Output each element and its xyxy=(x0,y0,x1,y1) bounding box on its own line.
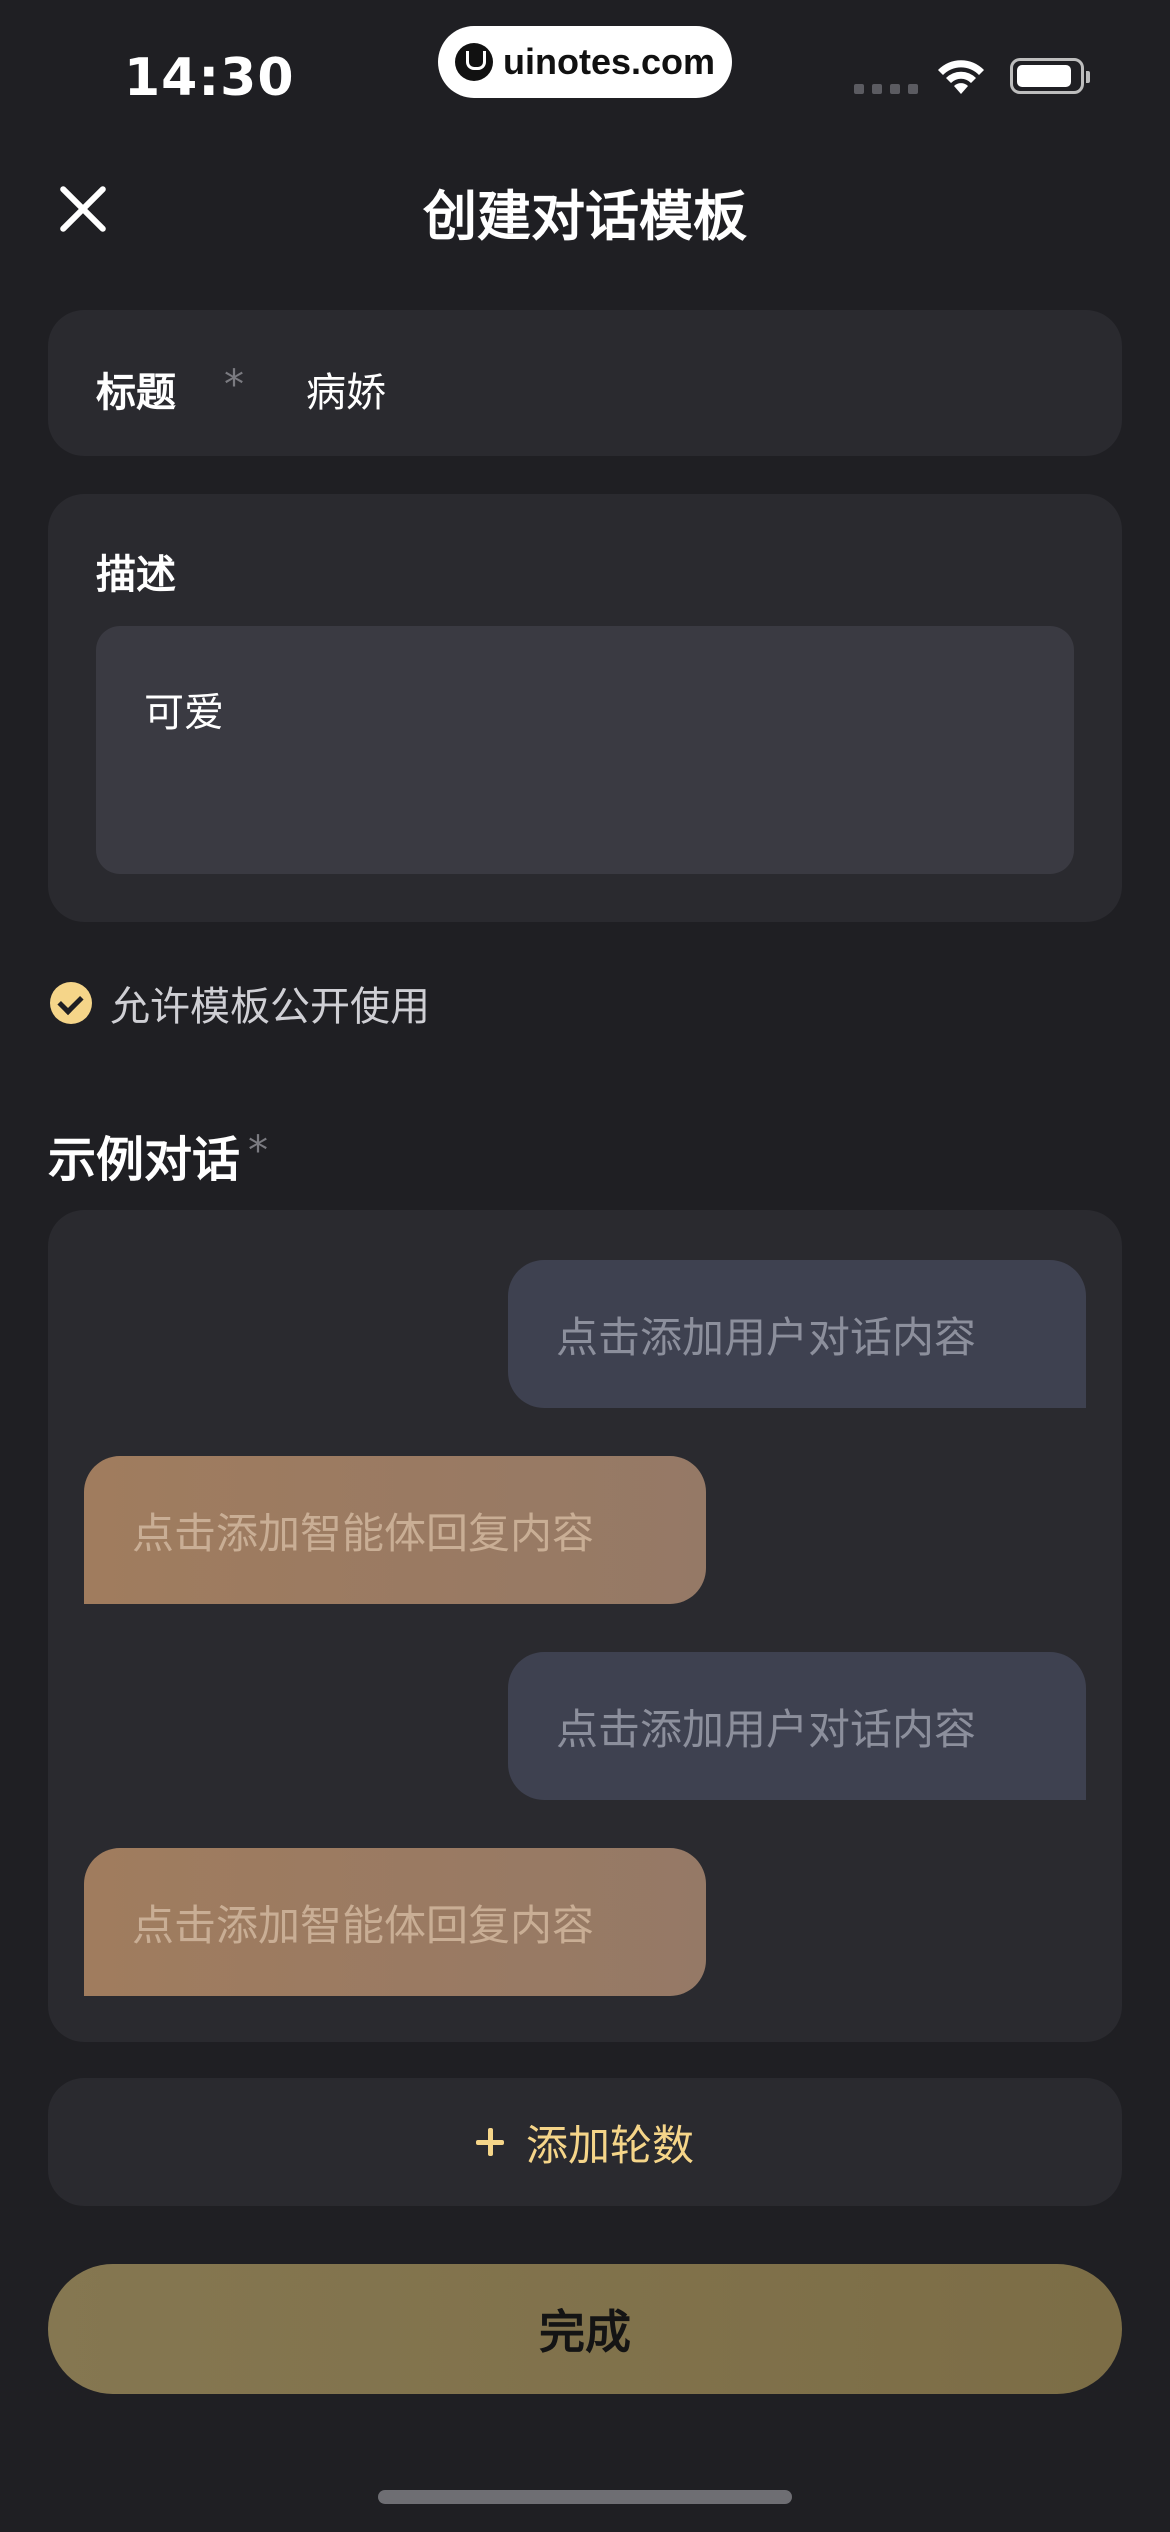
title-label: 标题 xyxy=(96,370,176,416)
plus-icon xyxy=(475,2128,504,2156)
checkmark-circle-icon[interactable] xyxy=(50,982,92,1024)
title-input[interactable]: 病娇 xyxy=(306,360,386,418)
description-field-card: 描述 可爱 xyxy=(48,494,1122,922)
page-title: 创建对话模板 xyxy=(423,185,747,248)
title-required-mark: * xyxy=(224,362,244,408)
battery-icon xyxy=(1010,58,1090,94)
public-template-label: 允许模板公开使用 xyxy=(110,984,430,1030)
watermark-logo-icon xyxy=(454,43,493,81)
example-dialog-title: 示例对话 xyxy=(48,1132,241,1188)
watermark-badge: uinotes.com xyxy=(438,26,732,98)
public-template-checkbox[interactable]: 允许模板公开使用 xyxy=(50,974,430,1032)
add-rounds-button[interactable]: 添加轮数 xyxy=(48,2078,1122,2206)
agent-reply-bubble[interactable]: 点击添加智能体回复内容 xyxy=(84,1456,706,1604)
cellular-signal-icon xyxy=(854,84,918,94)
user-message-bubble[interactable]: 点击添加用户对话内容 xyxy=(508,1260,1086,1408)
add-rounds-label: 添加轮数 xyxy=(525,2120,694,2170)
done-button[interactable]: 完成 xyxy=(48,2264,1122,2394)
title-field-card[interactable]: 标题 * 病娇 xyxy=(48,310,1122,456)
status-time: 14:30 xyxy=(124,48,295,108)
description-value: 可爱 xyxy=(144,690,224,736)
example-dialog-container: 点击添加用户对话内容 点击添加智能体回复内容 点击添加用户对话内容 点击添加智能… xyxy=(48,1210,1122,2042)
home-indicator xyxy=(378,2490,792,2504)
watermark-text: uinotes.com xyxy=(502,41,716,82)
description-label: 描述 xyxy=(96,552,176,598)
description-textarea[interactable]: 可爱 xyxy=(96,626,1074,874)
wifi-icon xyxy=(938,60,984,94)
user-message-bubble[interactable]: 点击添加用户对话内容 xyxy=(508,1652,1086,1800)
agent-reply-bubble[interactable]: 点击添加智能体回复内容 xyxy=(84,1848,706,1996)
example-dialog-required-mark: * xyxy=(248,1128,268,1174)
